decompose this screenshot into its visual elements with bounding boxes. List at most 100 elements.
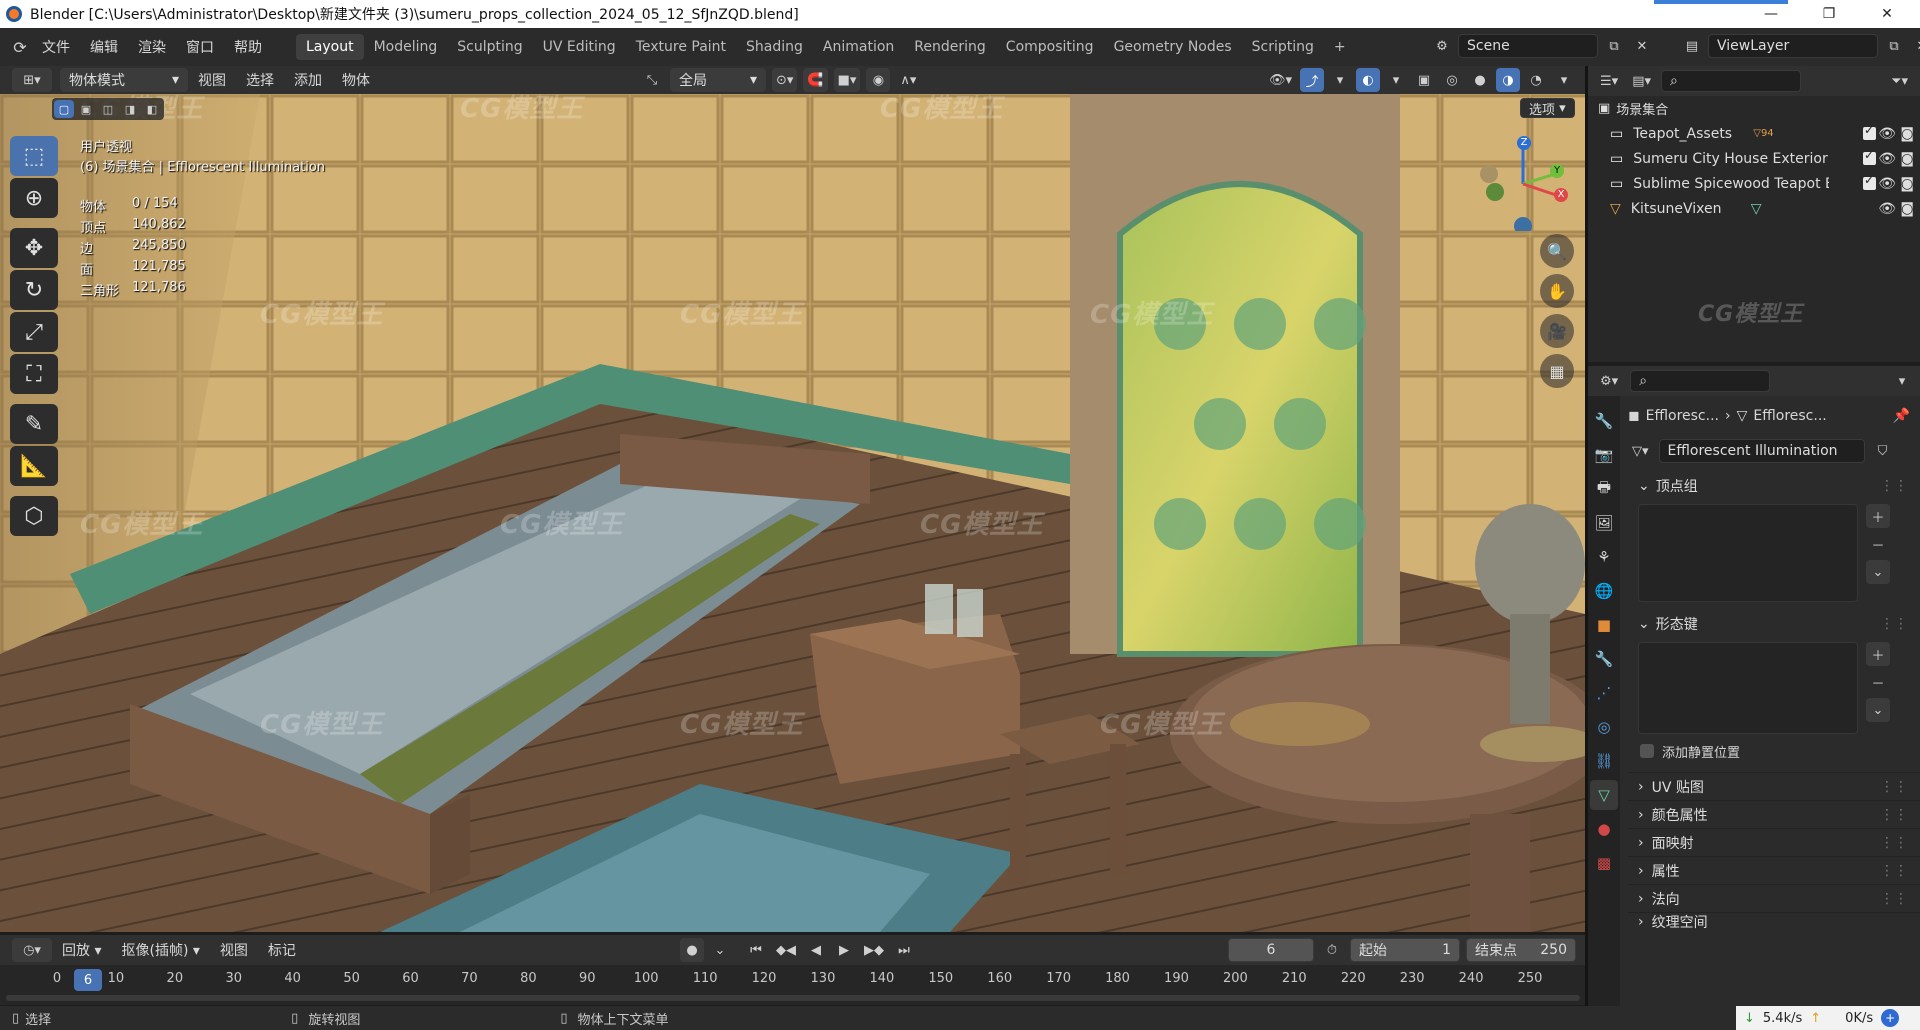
object-tab-icon[interactable]: ■ — [1590, 610, 1618, 640]
end-frame-field[interactable]: 结束点 250 — [1466, 938, 1576, 962]
playhead[interactable]: 6 — [74, 969, 102, 991]
fake-user-shield-icon[interactable]: ⛉ — [1871, 439, 1895, 463]
world-tab-icon[interactable]: 🌐 — [1590, 576, 1618, 606]
visibility-selectability-icon[interactable]: 👁▾ — [1265, 68, 1296, 92]
outliner-root[interactable]: ▣ 场景集合 — [1588, 96, 1920, 121]
start-frame-field[interactable]: 起始 1 — [1350, 938, 1460, 962]
menu-help[interactable]: 帮助 — [224, 37, 272, 57]
mesh-browse-icon[interactable]: ▽▾ — [1628, 439, 1653, 463]
section-face-maps[interactable]: › 面映射 ⋮⋮ — [1628, 828, 1920, 856]
timeline-scrollbar[interactable] — [6, 995, 1580, 1001]
texture-tab-icon[interactable]: ▩ — [1590, 848, 1618, 878]
eye-icon[interactable]: 👁 — [1878, 201, 1896, 217]
section-normals[interactable]: › 法向 ⋮⋮ — [1628, 884, 1920, 912]
annotate-tool[interactable]: ✎ — [10, 404, 58, 444]
tab-modeling[interactable]: Modeling — [364, 34, 448, 60]
rotate-tool[interactable]: ↻ — [10, 270, 58, 310]
view-layer-tab-icon[interactable]: 🖼 — [1590, 508, 1618, 538]
jump-end-icon[interactable]: ⏭ — [892, 938, 916, 962]
section-vertex-groups[interactable]: ⌄ 顶点组 ⋮⋮ — [1628, 472, 1920, 500]
add-workspace-button[interactable]: + — [1324, 34, 1356, 60]
gizmo-options-icon[interactable]: ▾ — [1328, 68, 1352, 92]
menu-add[interactable]: 添加 — [284, 70, 332, 90]
constraints-tab-icon[interactable]: ⛓ — [1590, 746, 1618, 776]
vertex-groups-list[interactable] — [1638, 504, 1858, 602]
material-tab-icon[interactable]: ● — [1590, 814, 1618, 844]
section-attributes[interactable]: › 属性 ⋮⋮ — [1628, 856, 1920, 884]
network-plus-icon[interactable]: + — [1881, 1009, 1900, 1027]
camera-icon[interactable]: ◙ — [1900, 176, 1914, 192]
camera-icon[interactable]: ◙ — [1900, 201, 1914, 217]
tab-geometry-nodes[interactable]: Geometry Nodes — [1104, 34, 1242, 60]
gizmo-x-axis[interactable]: X — [1554, 188, 1568, 202]
drag-handle-icon[interactable]: ⋮⋮ — [1880, 863, 1908, 879]
drag-handle-icon[interactable]: ⋮⋮ — [1880, 891, 1908, 907]
viewlayer-field[interactable]: ViewLayer — [1708, 34, 1878, 58]
keying-menu[interactable]: 抠像(插帧) ▾ — [111, 940, 209, 960]
add-cube-tool[interactable]: ⬡ — [10, 496, 58, 536]
transform-tool[interactable]: ⛶ — [10, 354, 58, 394]
snap-target-icon[interactable]: ■▾ — [833, 68, 861, 92]
select-intersect-icon[interactable]: ◧ — [142, 100, 162, 118]
remove-vertex-group-button[interactable]: － — [1866, 532, 1890, 556]
shading-rendered-icon[interactable]: ◔ — [1524, 68, 1548, 92]
menu-object[interactable]: 物体 — [332, 70, 380, 90]
close-button[interactable]: ✕ — [1864, 0, 1910, 28]
menu-select[interactable]: 选择 — [236, 70, 284, 90]
breadcrumb-object[interactable]: Effloresc... — [1646, 408, 1719, 424]
tab-rendering[interactable]: Rendering — [904, 34, 996, 60]
tab-scripting[interactable]: Scripting — [1242, 34, 1324, 60]
zoom-icon[interactable]: 🔍 — [1540, 234, 1574, 268]
move-tool[interactable]: ✥ — [10, 228, 58, 268]
section-color-attributes[interactable]: › 颜色属性 ⋮⋮ — [1628, 800, 1920, 828]
overlay-options-icon[interactable]: ▾ — [1384, 68, 1408, 92]
scale-tool[interactable]: ⤢ — [10, 312, 58, 352]
mode-dropdown[interactable]: 物体模式 ▾ — [60, 68, 188, 92]
select-extend-icon[interactable]: ▣ — [76, 100, 96, 118]
vertex-group-specials-button[interactable]: ⌄ — [1866, 560, 1890, 584]
next-keyframe-icon[interactable]: ▶◆ — [860, 938, 888, 962]
new-scene-icon[interactable]: ⧉ — [1602, 34, 1626, 58]
shading-wireframe-icon[interactable]: ◎ — [1440, 68, 1464, 92]
xray-toggle-icon[interactable]: ▣ — [1412, 68, 1436, 92]
tool-tab-icon[interactable]: 🔧 — [1590, 406, 1618, 436]
add-vertex-group-button[interactable]: ＋ — [1866, 504, 1890, 528]
render-tab-icon[interactable]: 📷 — [1590, 440, 1618, 470]
drag-handle-icon[interactable]: ⋮⋮ — [1880, 807, 1908, 823]
tab-animation[interactable]: Animation — [813, 34, 904, 60]
drag-handle-icon[interactable]: ⋮⋮ — [1880, 478, 1908, 494]
tab-uv-editing[interactable]: UV Editing — [533, 34, 626, 60]
tab-shading[interactable]: Shading — [736, 34, 813, 60]
jump-start-icon[interactable]: ⏮ — [744, 938, 768, 962]
exclude-checkbox[interactable] — [1863, 123, 1876, 140]
snap-icon[interactable]: 🧲 — [803, 68, 828, 92]
menu-edit[interactable]: 编辑 — [80, 37, 128, 57]
prev-keyframe-icon[interactable]: ◆◀ — [772, 938, 800, 962]
tab-texture-paint[interactable]: Texture Paint — [626, 34, 736, 60]
select-new-icon[interactable]: ▢ — [54, 100, 74, 118]
display-mode-icon[interactable]: ▤▾ — [1628, 69, 1655, 93]
overlay-toggle-icon[interactable]: ◐ — [1356, 68, 1381, 92]
blender-menu-icon[interactable]: ⟳ — [8, 35, 32, 59]
playback-menu[interactable]: 回放 ▾ — [52, 940, 111, 960]
measure-tool[interactable]: 📐 — [10, 446, 58, 486]
3d-viewport[interactable]: CG模型王 CG模型王 CG模型王 CG模型王 CG模型王 CG模型王 CG模型… — [0, 94, 1585, 932]
section-uv-maps[interactable]: › UV 贴图 ⋮⋮ — [1628, 772, 1920, 800]
navigation-gizmo[interactable]: Z Y X — [1475, 136, 1570, 235]
tab-compositing[interactable]: Compositing — [996, 34, 1104, 60]
eye-icon[interactable]: 👁 — [1878, 176, 1896, 192]
drag-handle-icon[interactable]: ⋮⋮ — [1880, 616, 1908, 632]
menu-window[interactable]: 窗口 — [176, 37, 224, 57]
particles-tab-icon[interactable]: ⋰ — [1590, 678, 1618, 708]
current-frame-field[interactable]: 6 — [1228, 938, 1314, 962]
data-tab-icon[interactable]: ▽ — [1590, 780, 1618, 810]
stopwatch-icon[interactable]: ⏱ — [1320, 938, 1344, 962]
editor-type-icon[interactable]: ⊞▾ — [12, 68, 52, 92]
select-invert-icon[interactable]: ◨ — [120, 100, 140, 118]
play-icon[interactable]: ▶ — [832, 938, 856, 962]
pivot-point-icon[interactable]: ⊙▾ — [772, 68, 798, 92]
remove-shape-key-button[interactable]: － — [1866, 670, 1890, 694]
outliner-item[interactable]: ▭ Sumeru City House Exterior Inte 👁 ◙ — [1588, 146, 1920, 171]
eye-icon[interactable]: 👁 — [1878, 126, 1896, 142]
select-subtract-icon[interactable]: ◫ — [98, 100, 118, 118]
